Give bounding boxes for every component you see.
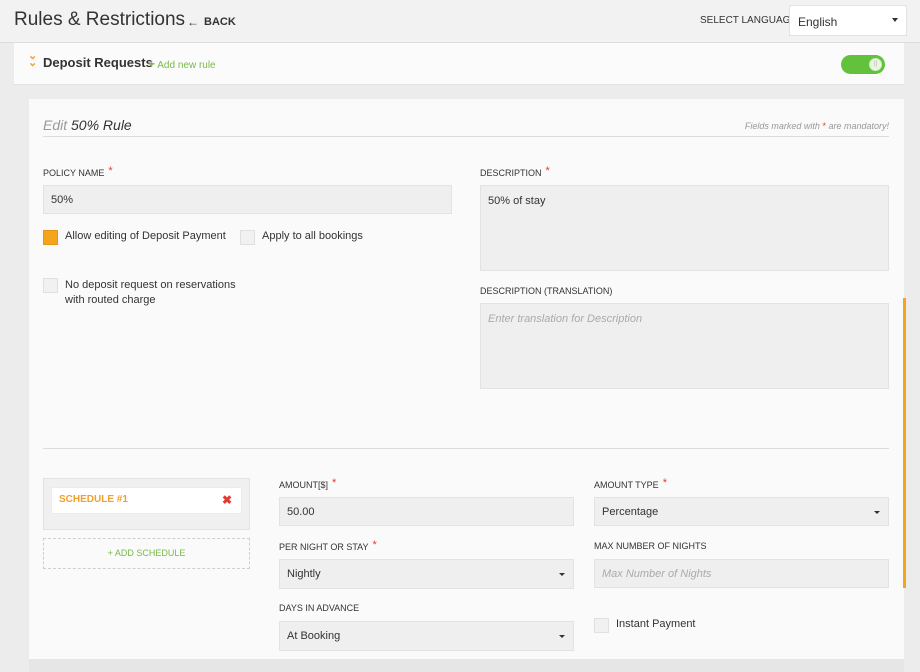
amount-input[interactable]: 50.00: [279, 497, 574, 526]
back-button[interactable]: ← BACK: [187, 15, 236, 29]
apply-all-checkbox[interactable]: [240, 230, 255, 245]
amount-value: 50.00: [287, 505, 315, 518]
section-title: Deposit Requests: [43, 55, 153, 70]
no-deposit-checkbox-row[interactable]: No deposit request on reservations with …: [43, 278, 236, 308]
allow-editing-label: Allow editing of Deposit Payment: [65, 230, 226, 242]
policy-name-label: POLICY NAME *: [43, 165, 113, 179]
amount-label-text: AMOUNT[$]: [279, 480, 329, 490]
apply-all-label: Apply to all bookings: [262, 230, 363, 242]
mandatory-note-post: are mandatory!: [828, 121, 889, 131]
allow-editing-checkbox[interactable]: [43, 230, 58, 245]
policy-name-label-text: POLICY NAME: [43, 168, 105, 178]
add-schedule-button[interactable]: + ADD SCHEDULE: [43, 538, 250, 569]
language-select[interactable]: English: [789, 5, 907, 36]
max-nights-input[interactable]: Max Number of Nights: [594, 559, 889, 588]
required-star-icon: *: [372, 539, 377, 551]
panel-footer-shadow: [29, 659, 904, 672]
max-nights-label: MAX NUMBER OF NIGHTS: [594, 541, 707, 551]
max-nights-placeholder: Max Number of Nights: [602, 567, 712, 580]
description-translation-textarea[interactable]: Enter translation for Description: [480, 303, 889, 389]
arrow-left-icon: ←: [187, 15, 199, 29]
no-deposit-checkbox[interactable]: [43, 278, 58, 293]
instant-payment-checkbox-row[interactable]: Instant Payment: [594, 618, 696, 633]
no-deposit-label-line1: No deposit request on reservations: [65, 279, 236, 291]
allow-editing-checkbox-row[interactable]: Allow editing of Deposit Payment: [43, 230, 226, 245]
caret-down-icon: [892, 18, 898, 22]
per-night-value: Nightly: [287, 568, 321, 580]
days-advance-label: DAYS IN ADVANCE: [279, 603, 360, 613]
schedule-list: SCHEDULE #1 ✖: [43, 478, 250, 530]
required-star-icon: *: [108, 165, 113, 177]
scrollbar[interactable]: [903, 298, 906, 588]
per-night-label: PER NIGHT OR STAY *: [279, 539, 377, 553]
days-advance-value: At Booking: [287, 630, 341, 642]
schedule-item[interactable]: SCHEDULE #1 ✖: [51, 487, 242, 514]
no-deposit-label-line2: with routed charge: [65, 294, 156, 306]
caret-down-icon: [559, 635, 565, 638]
amount-type-select[interactable]: Percentage: [594, 497, 889, 526]
amount-type-label-text: AMOUNT TYPE: [594, 480, 659, 490]
top-bar: Rules & Restrictions ← BACK SELECT LANGU…: [0, 0, 920, 43]
deposit-requests-section: ⌄ ⌄ Deposit Requests + Add new rule ||: [14, 43, 904, 85]
apply-all-checkbox-row[interactable]: Apply to all bookings: [240, 230, 363, 245]
mandatory-note-pre: Fields marked with: [744, 121, 820, 131]
language-label: SELECT LANGUAGE: [700, 15, 798, 26]
section-toggle[interactable]: ||: [841, 55, 885, 74]
divider: [43, 136, 889, 137]
chevron-double-down-icon[interactable]: ⌄ ⌄: [28, 51, 37, 69]
description-value: 50% of stay: [488, 195, 546, 207]
description-translation-placeholder: Enter translation for Description: [488, 313, 643, 325]
description-label-text: DESCRIPTION: [480, 168, 542, 178]
edit-prefix: Edit: [43, 117, 68, 133]
instant-payment-label: Instant Payment: [616, 618, 696, 630]
policy-name-input[interactable]: 50%: [43, 185, 452, 214]
plus-icon: +: [148, 57, 156, 71]
per-night-label-text: PER NIGHT OR STAY: [279, 542, 369, 552]
amount-type-value: Percentage: [602, 505, 659, 518]
description-translation-label: DESCRIPTION (TRANSLATION): [480, 286, 613, 296]
schedule-item-label: SCHEDULE #1: [59, 494, 128, 505]
toggle-knob: ||: [869, 58, 882, 71]
edit-rule-panel: Edit 50% Rule Fields marked with * are m…: [29, 99, 904, 664]
add-new-rule-link[interactable]: + Add new rule: [148, 57, 216, 71]
amount-type-label: AMOUNT TYPE *: [594, 477, 667, 491]
language-value: English: [798, 15, 838, 29]
required-star-icon: *: [822, 121, 826, 131]
page-title: Rules & Restrictions: [14, 9, 186, 30]
description-textarea[interactable]: 50% of stay: [480, 185, 889, 271]
description-label: DESCRIPTION *: [480, 165, 550, 179]
add-rule-label: Add new rule: [157, 60, 216, 71]
back-label: BACK: [204, 16, 236, 28]
required-star-icon: *: [545, 165, 550, 177]
mandatory-note: Fields marked with * are mandatory!: [745, 121, 889, 131]
caret-down-icon: [874, 510, 880, 514]
divider: [43, 448, 889, 449]
edit-heading: Edit 50% Rule: [43, 117, 132, 133]
caret-down-icon: [559, 573, 565, 576]
required-star-icon: *: [662, 477, 667, 489]
per-night-select[interactable]: Nightly: [279, 559, 574, 589]
close-icon[interactable]: ✖: [222, 493, 232, 507]
amount-label: AMOUNT[$] *: [279, 477, 337, 491]
policy-name-value: 50%: [51, 193, 74, 206]
instant-payment-checkbox[interactable]: [594, 618, 609, 633]
no-deposit-label: No deposit request on reservations with …: [65, 278, 236, 308]
days-advance-select[interactable]: At Booking: [279, 621, 574, 651]
required-star-icon: *: [332, 477, 337, 489]
rule-name: 50% Rule: [71, 117, 132, 133]
